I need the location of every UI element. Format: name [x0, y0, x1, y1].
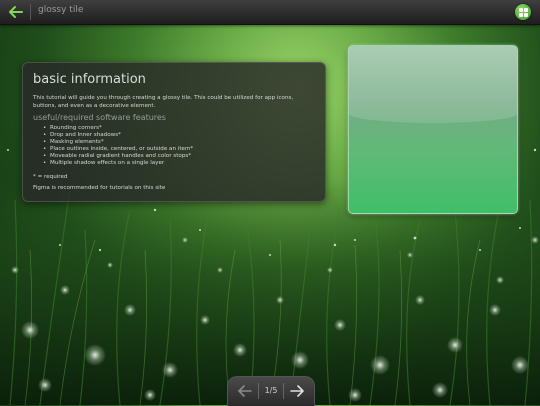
- grid-icon: [524, 8, 528, 12]
- card-description: This tutorial will guide you through cre…: [33, 95, 294, 109]
- list-item: Masking elements*: [43, 139, 193, 146]
- back-arrow-icon[interactable]: [8, 5, 24, 19]
- feature-list: Rounding corners* Drop and Inner shadows…: [43, 125, 193, 168]
- grid-icon: [519, 8, 523, 12]
- list-item: Multiple shadow effects on a single laye…: [43, 160, 193, 167]
- basic-information-card: basic information This tutorial will gui…: [22, 62, 326, 202]
- list-item: Moveable radial gradient handles and col…: [43, 153, 193, 160]
- tile-gloss-highlight: [349, 46, 517, 123]
- card-subtitle: useful/required software features: [33, 113, 166, 122]
- glossy-tile-preview: [348, 45, 518, 214]
- recommendation-note: Figma is recommended for tutorials on th…: [33, 185, 166, 191]
- list-item: Place outlines inside, centered, or outs…: [43, 146, 193, 153]
- top-bar-divider: [30, 4, 31, 20]
- pagination-bar: 1/5: [227, 376, 315, 406]
- card-title: basic information: [33, 72, 146, 87]
- list-item: Drop and Inner shadows*: [43, 132, 193, 139]
- grid-icon: [519, 13, 523, 17]
- grid-menu-button[interactable]: [515, 4, 531, 20]
- required-note: * = required: [33, 174, 68, 180]
- pager-divider: [283, 383, 284, 399]
- top-bar: glossy tile: [0, 0, 540, 25]
- page-title: glossy tile: [38, 5, 84, 15]
- previous-page-icon[interactable]: [238, 385, 252, 397]
- page-indicator: 1/5: [264, 386, 278, 395]
- next-page-icon[interactable]: [290, 385, 304, 397]
- grid-icon: [524, 13, 528, 17]
- list-item: Rounding corners*: [43, 125, 193, 132]
